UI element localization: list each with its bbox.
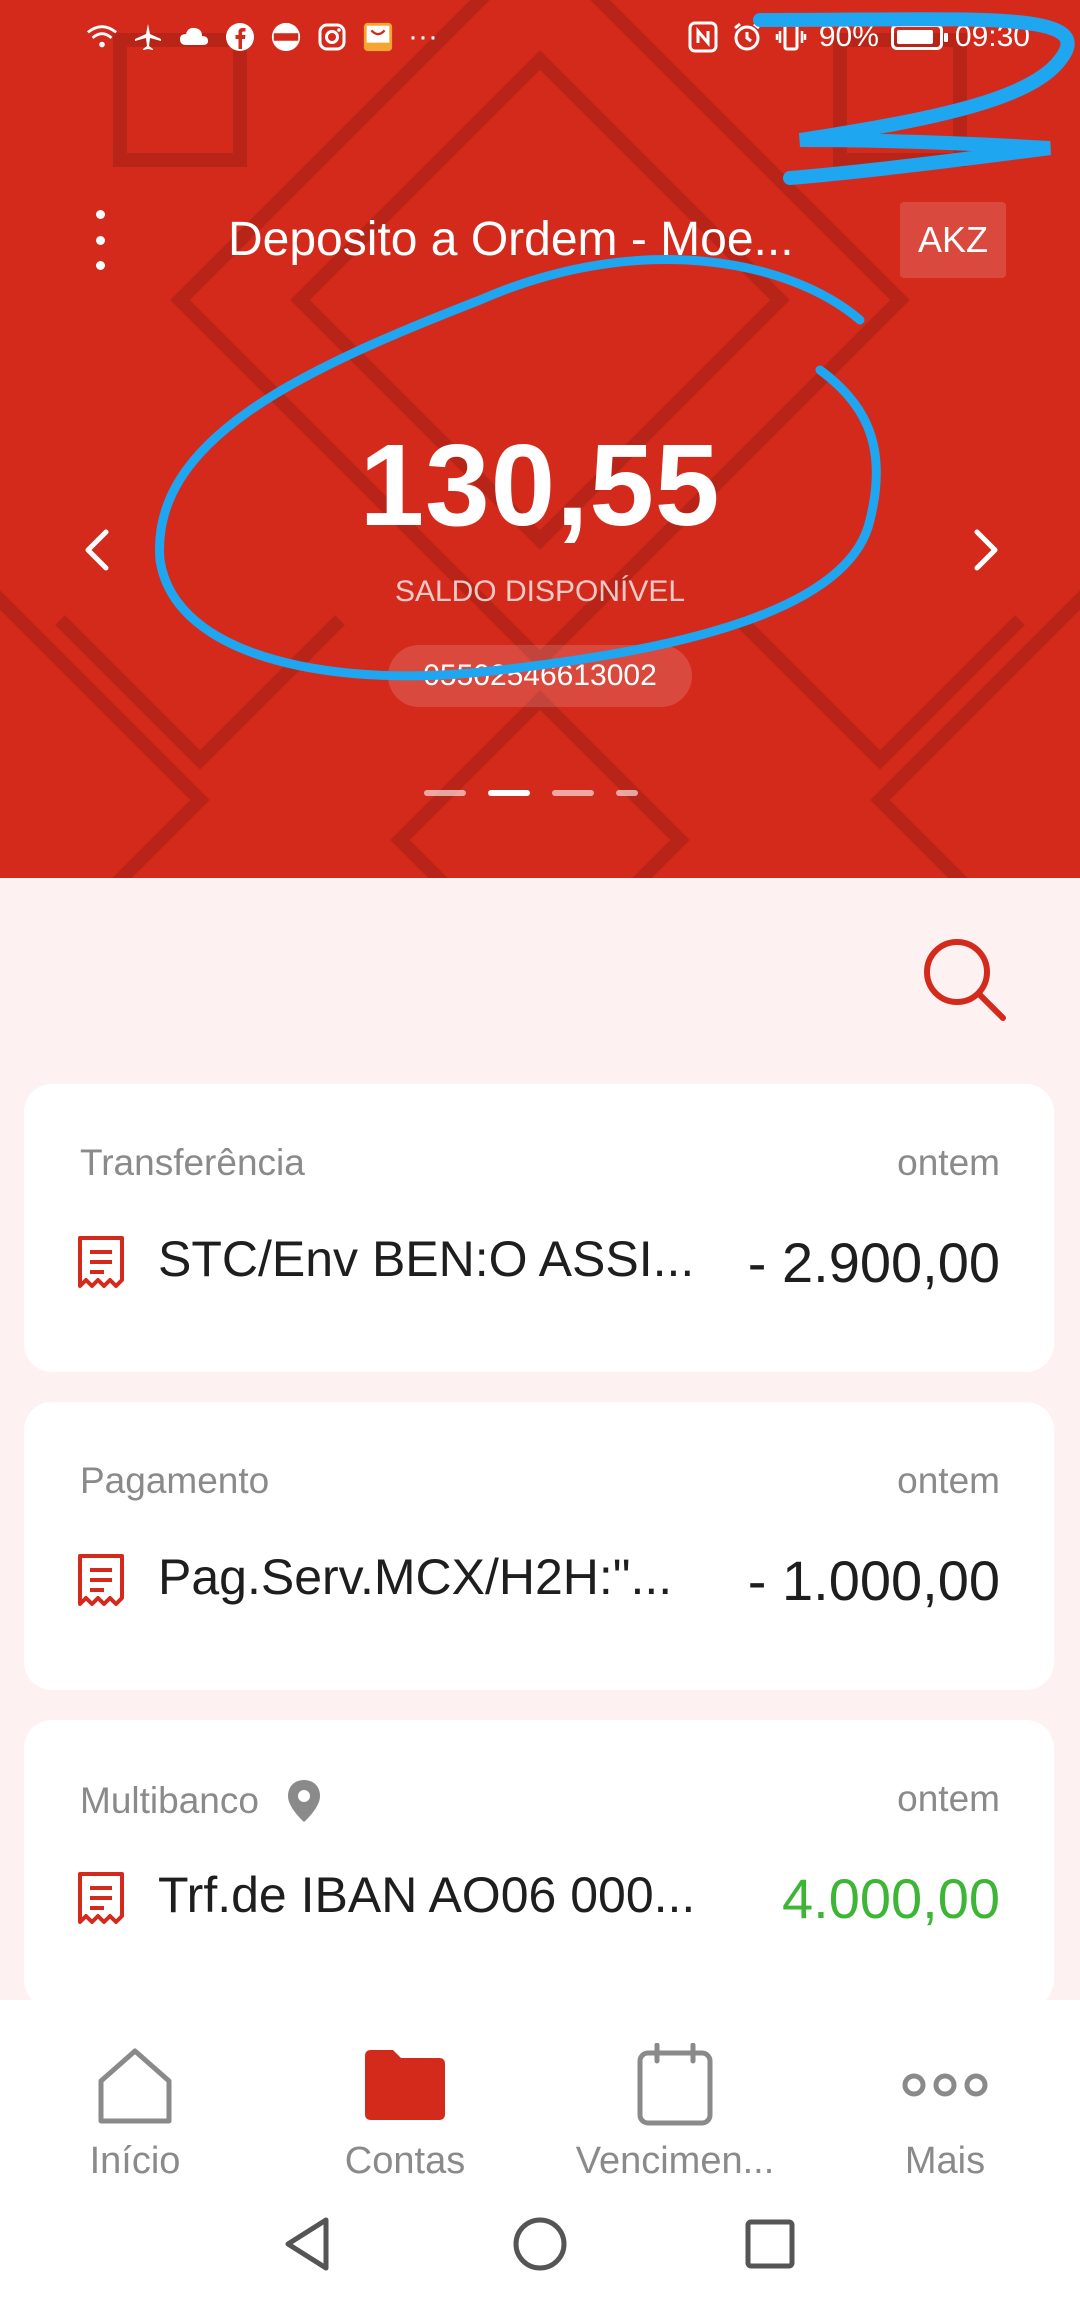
- battery-percent: 90%: [818, 20, 879, 53]
- home-circle-icon[interactable]: [510, 2214, 570, 2274]
- search-icon[interactable]: [915, 930, 1015, 1030]
- folder-icon: [365, 2050, 445, 2120]
- more-dots-icon: [902, 2073, 988, 2097]
- instagram-icon: [316, 21, 348, 53]
- transaction-description: Trf.de IBAN AO06 000...: [158, 1867, 696, 1923]
- vibrate-icon: [775, 21, 807, 53]
- airplane-icon: [132, 21, 164, 53]
- recents-square-icon[interactable]: [740, 2214, 800, 2274]
- calendar-icon: [637, 2043, 713, 2126]
- menu-dot: [95, 210, 105, 219]
- transaction-amount: 4.000,00: [782, 1867, 1000, 1930]
- transaction-date: ontem: [897, 1142, 1000, 1183]
- status-bar: ··· 90% 09:30: [0, 0, 1080, 80]
- nav-item-mais[interactable]: Mais: [815, 2040, 1075, 2183]
- battery-icon: [890, 24, 948, 50]
- bottom-navigation: Início Contas Vencimen... Mais: [0, 2000, 1080, 2183]
- transaction-card[interactable]: Transferência ontem STC/Env BEN:O ASSI..…: [24, 1084, 1054, 1372]
- transaction-type-label: Multibanco: [80, 1780, 259, 1821]
- transaction-type: Multibanco: [80, 1778, 323, 1824]
- carousel-dot[interactable]: [488, 790, 530, 796]
- alarm-icon: [731, 21, 763, 53]
- transaction-type-label: Pagamento: [80, 1460, 270, 1501]
- nav-item-vencimentos[interactable]: Vencimen...: [545, 2040, 805, 2183]
- balance-label: SALDO DISPONÍVEL: [394, 575, 686, 608]
- transaction-card[interactable]: Multibanco ontem Trf.de IBAN AO06 000...…: [24, 1720, 1054, 2008]
- receipt-icon: [78, 1236, 124, 1288]
- transaction-description: Pag.Serv.MCX/H2H:"...: [158, 1549, 673, 1605]
- transaction-date: ontem: [897, 1460, 1000, 1501]
- transaction-type: Pagamento: [80, 1460, 269, 1502]
- nav-label: Contas: [344, 2140, 466, 2182]
- cloud-icon: [178, 21, 210, 53]
- shopping-app-icon: [362, 21, 394, 53]
- account-menu-button[interactable]: [80, 210, 120, 270]
- facebook-icon: [224, 21, 256, 53]
- available-balance: 130,55: [359, 420, 721, 550]
- app-365-icon: [270, 21, 302, 53]
- clock: 09:30: [954, 20, 1030, 53]
- nav-item-contas[interactable]: Contas: [275, 2040, 535, 2183]
- transaction-type: Transferência: [80, 1142, 305, 1184]
- transaction-description: STC/Env BEN:O ASSI...: [158, 1231, 695, 1287]
- account-header: ··· 90% 09:30 Deposito a Ordem - Moe... …: [0, 0, 1080, 878]
- back-icon[interactable]: [278, 2214, 338, 2274]
- carousel-dot[interactable]: [616, 790, 638, 796]
- transaction-card[interactable]: Pagamento ontem Pag.Serv.MCX/H2H:"... - …: [24, 1402, 1054, 1690]
- nav-label: Mais: [904, 2140, 986, 2182]
- wifi-icon: [86, 21, 118, 53]
- menu-dot: [95, 261, 105, 270]
- receipt-icon: [78, 1554, 124, 1606]
- transaction-amount: - 2.900,00: [747, 1231, 1000, 1294]
- nav-label: Início: [89, 2140, 181, 2182]
- home-icon: [98, 2048, 172, 2124]
- nav-label: Vencimen...: [575, 2140, 775, 2182]
- currency-badge[interactable]: AKZ: [900, 202, 1006, 278]
- transaction-date: ontem: [897, 1778, 1000, 1819]
- carousel-dot[interactable]: [552, 790, 594, 796]
- more-notifications-icon: ···: [408, 20, 438, 53]
- nfc-icon: [687, 21, 719, 53]
- account-number: 05502546613002: [388, 645, 692, 707]
- system-navigation-bar: [0, 2180, 1080, 2312]
- transaction-amount: - 1.000,00: [747, 1549, 1000, 1612]
- carousel-dot[interactable]: [424, 790, 466, 796]
- location-pin-icon: [287, 1780, 320, 1822]
- nav-item-inicio[interactable]: Início: [5, 2040, 265, 2183]
- account-title[interactable]: Deposito a Ordem - Moe...: [228, 212, 868, 267]
- menu-dot: [95, 235, 105, 245]
- transaction-type-label: Transferência: [80, 1142, 305, 1183]
- carousel-indicator: [424, 790, 638, 796]
- receipt-icon: [78, 1872, 124, 1924]
